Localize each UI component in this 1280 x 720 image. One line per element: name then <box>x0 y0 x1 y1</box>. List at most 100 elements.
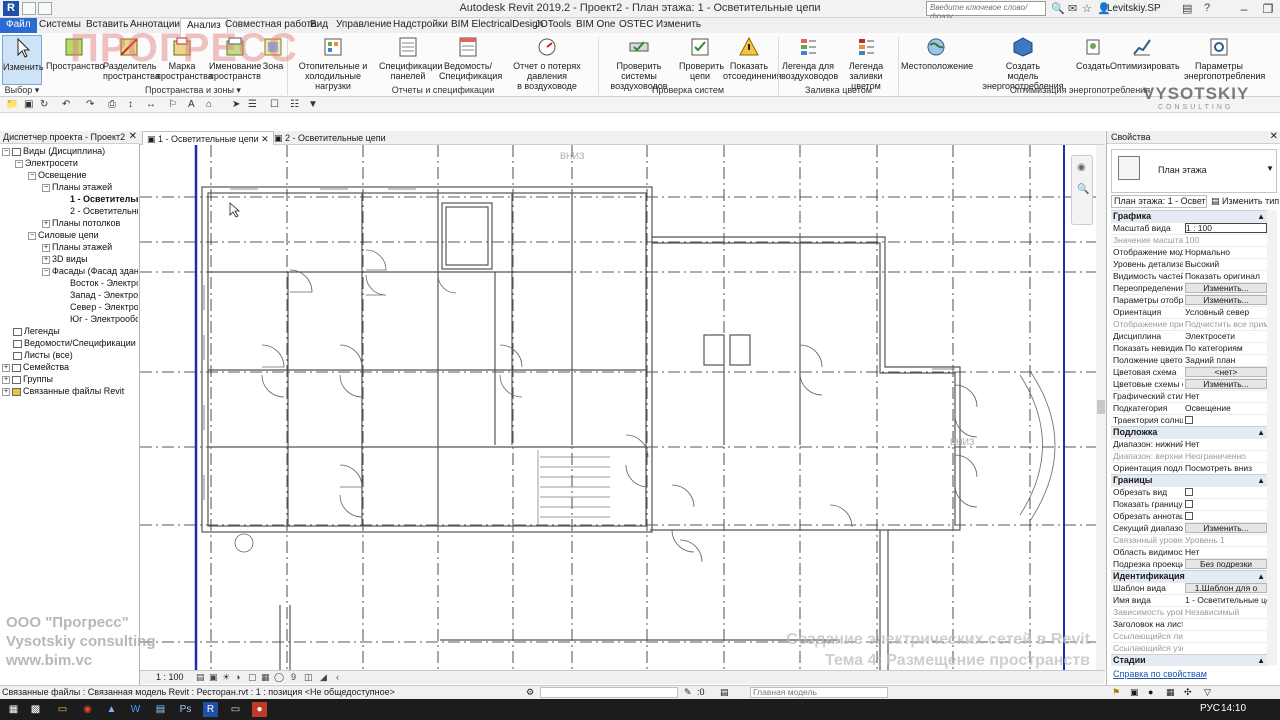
undo-icon[interactable]: ↶ <box>62 99 70 110</box>
redo-icon[interactable]: ↷ <box>86 99 94 110</box>
collapse-icon[interactable]: ▲ <box>1257 571 1265 582</box>
cart-icon[interactable]: ▤ <box>1182 2 1192 15</box>
unlock-icon[interactable]: ◯ <box>274 672 284 683</box>
property-edit-button[interactable]: Изменить... <box>1185 379 1267 389</box>
create-button[interactable]: Создать <box>1076 35 1110 85</box>
type-selector[interactable]: План этажа ▼ <box>1111 149 1277 193</box>
select-pinned-icon[interactable]: ● <box>1148 687 1153 697</box>
design-options-icon[interactable]: ▤ <box>720 687 729 698</box>
close-icon[interactable]: ✕ <box>1270 131 1278 142</box>
tree-item-3d-views[interactable]: +3D виды <box>2 253 138 265</box>
tree-item-schedules[interactable]: Ведомости/Спецификации (все) <box>2 337 138 349</box>
collapse-icon[interactable]: ▲ <box>1257 475 1265 486</box>
text-icon[interactable]: A <box>188 99 195 110</box>
tab-addins[interactable]: Надстройки <box>387 18 454 33</box>
tree-item-view-2-lighting[interactable]: 2 - Осветительные цепи <box>2 205 138 217</box>
thin-lines-icon[interactable]: ☰ <box>248 99 257 110</box>
folder-icon[interactable]: ▭ <box>228 702 243 717</box>
save-icon[interactable]: ▣ <box>24 99 33 110</box>
worksets-icon[interactable]: ⚙ <box>526 687 534 698</box>
chevron-down-icon[interactable]: ▼ <box>1266 164 1274 173</box>
sync-icon[interactable]: ↻ <box>40 99 48 110</box>
collapse-icon[interactable]: ▲ <box>1257 427 1265 438</box>
panel-label-spaces-zones[interactable]: Пространства и зоны ▾ <box>100 85 286 96</box>
close-icon[interactable]: ✕ <box>129 131 137 142</box>
view-tab-1[interactable]: ▣ 1 - Осветительные цепи ✕ <box>142 131 274 145</box>
property-value[interactable]: Нет <box>1185 547 1267 558</box>
crop-region-icon[interactable]: ▦ <box>261 672 270 683</box>
view-scale[interactable]: 1 : 100 <box>156 672 184 682</box>
property-value[interactable]: Задний план <box>1185 355 1267 366</box>
location-button[interactable]: Местоположение <box>901 35 973 85</box>
sun-path-icon[interactable]: ☀ <box>222 672 230 683</box>
print-icon[interactable]: ⎙ <box>108 99 116 110</box>
tree-item-floor-plans[interactable]: − Планы этажей <box>2 181 138 193</box>
tree-item-elevation-east[interactable]: Восток - Электросети <box>2 277 138 289</box>
help-icon[interactable]: ? <box>1204 2 1210 14</box>
duct-pressure-loss-report-button[interactable]: Отчет о потерях давления в воздуховоде <box>498 35 596 91</box>
design-option-dropdown[interactable]: Главная модель <box>750 687 888 698</box>
properties-group-header[interactable]: Границы ▲ <box>1111 474 1267 486</box>
property-edit-button[interactable]: <нет> <box>1185 367 1267 377</box>
show-disconnects-button[interactable]: Показать отсоединения <box>723 35 781 85</box>
recorder-icon[interactable]: ● <box>252 702 267 717</box>
measure-icon[interactable]: ↕ <box>128 99 133 110</box>
user-name[interactable]: Levitskiy.SP <box>1107 3 1161 14</box>
energy-settings-button[interactable]: Параметры энергопотребления <box>1184 35 1265 85</box>
color-fill-legend-button[interactable]: Легенда заливки цветом <box>836 35 896 91</box>
customize-icon[interactable]: ▼ <box>308 99 318 110</box>
tree-item-groups[interactable]: + Группы <box>2 373 138 385</box>
restore-button[interactable]: ❐ <box>1256 0 1280 18</box>
detail-level-icon[interactable]: ▤ <box>196 672 205 683</box>
reveal-icon[interactable]: ◢ <box>320 672 327 683</box>
tab-modify[interactable]: Изменить <box>650 18 707 33</box>
favorites-icon[interactable]: ☆ <box>1082 2 1092 15</box>
property-checkbox[interactable] <box>1185 512 1193 520</box>
edit-type-button[interactable]: ▤ Изменить тип <box>1211 195 1279 208</box>
properties-group-header[interactable]: Стадии ▲ <box>1111 654 1267 666</box>
collapse-icon[interactable]: ▲ <box>1257 211 1265 222</box>
property-edit-button[interactable]: Изменить... <box>1185 283 1267 293</box>
input-language[interactable]: РУС <box>1200 703 1220 714</box>
tree-item-elevation-west[interactable]: Запад - Электросети <box>2 289 138 301</box>
collapse-icon[interactable]: ▲ <box>1257 655 1265 666</box>
steering-wheel-icon[interactable]: ◉ <box>1077 162 1086 173</box>
switch-windows-icon[interactable]: ☷ <box>290 99 299 110</box>
panel-schedules-button[interactable]: Спецификации панелей <box>379 35 442 85</box>
property-value[interactable]: Показать оригинал <box>1185 271 1267 282</box>
3d-view-icon[interactable]: ⌂ <box>206 99 212 110</box>
property-checkbox[interactable] <box>1185 500 1193 508</box>
visual-style-icon[interactable]: ▣ <box>209 672 218 683</box>
select-underlay-icon[interactable]: ▣ <box>1130 687 1139 698</box>
optimize-button[interactable]: Оптимизировать <box>1110 35 1180 85</box>
revit-taskbar-icon[interactable]: R <box>203 702 218 717</box>
property-value[interactable]: 1 : 100 <box>1185 223 1267 233</box>
tree-item-electrical[interactable]: − Электросети <box>2 157 138 169</box>
document-icon[interactable]: ▤ <box>153 702 168 717</box>
editable-icon[interactable]: ✎ <box>684 687 692 698</box>
schedules-button[interactable]: Ведомость/Спецификация <box>439 35 502 85</box>
property-value[interactable]: Освещение <box>1185 403 1267 414</box>
check-duct-systems-button[interactable]: Проверить системы воздуховодов <box>601 35 677 91</box>
clock[interactable]: 14:10 <box>1221 703 1246 714</box>
property-edit-button[interactable]: 1.Шаблон для о <box>1185 583 1267 593</box>
instance-filter-dropdown[interactable]: План этажа: 1 - Осветительные цепи <box>1111 195 1207 208</box>
tree-item-families[interactable]: + Семейства <box>2 361 138 373</box>
tag-icon[interactable]: ⚐ <box>168 99 177 110</box>
tree-item-legends[interactable]: Легенды <box>2 325 138 337</box>
communication-icon[interactable]: ✉ <box>1068 2 1077 15</box>
navigation-bar[interactable]: ◉ 🔍 <box>1071 155 1093 225</box>
property-value[interactable]: Высокий <box>1185 259 1267 270</box>
tree-item-lighting[interactable]: − Освещение <box>2 169 138 181</box>
tree-item-power-floor-plans[interactable]: + Планы этажей <box>2 241 138 253</box>
property-value[interactable]: Посмотреть вниз <box>1185 463 1267 474</box>
search-input[interactable]: Введите ключевое слово/фразу <box>926 1 1046 21</box>
modify-button[interactable]: Изменить <box>2 35 44 85</box>
tree-item-view-1-lighting[interactable]: 1 - Осветительные цепи <box>2 193 138 205</box>
property-checkbox[interactable] <box>1185 416 1193 424</box>
photoshop-icon[interactable]: Ps <box>178 702 193 717</box>
hidden-elements-count[interactable]: 9 <box>291 672 296 682</box>
properties-group-header[interactable]: Графика ▲ <box>1111 210 1267 222</box>
scrollbar-thumb[interactable] <box>1097 400 1105 414</box>
heating-cooling-loads-button[interactable]: Отопительные и холодильные нагрузки <box>290 35 376 91</box>
